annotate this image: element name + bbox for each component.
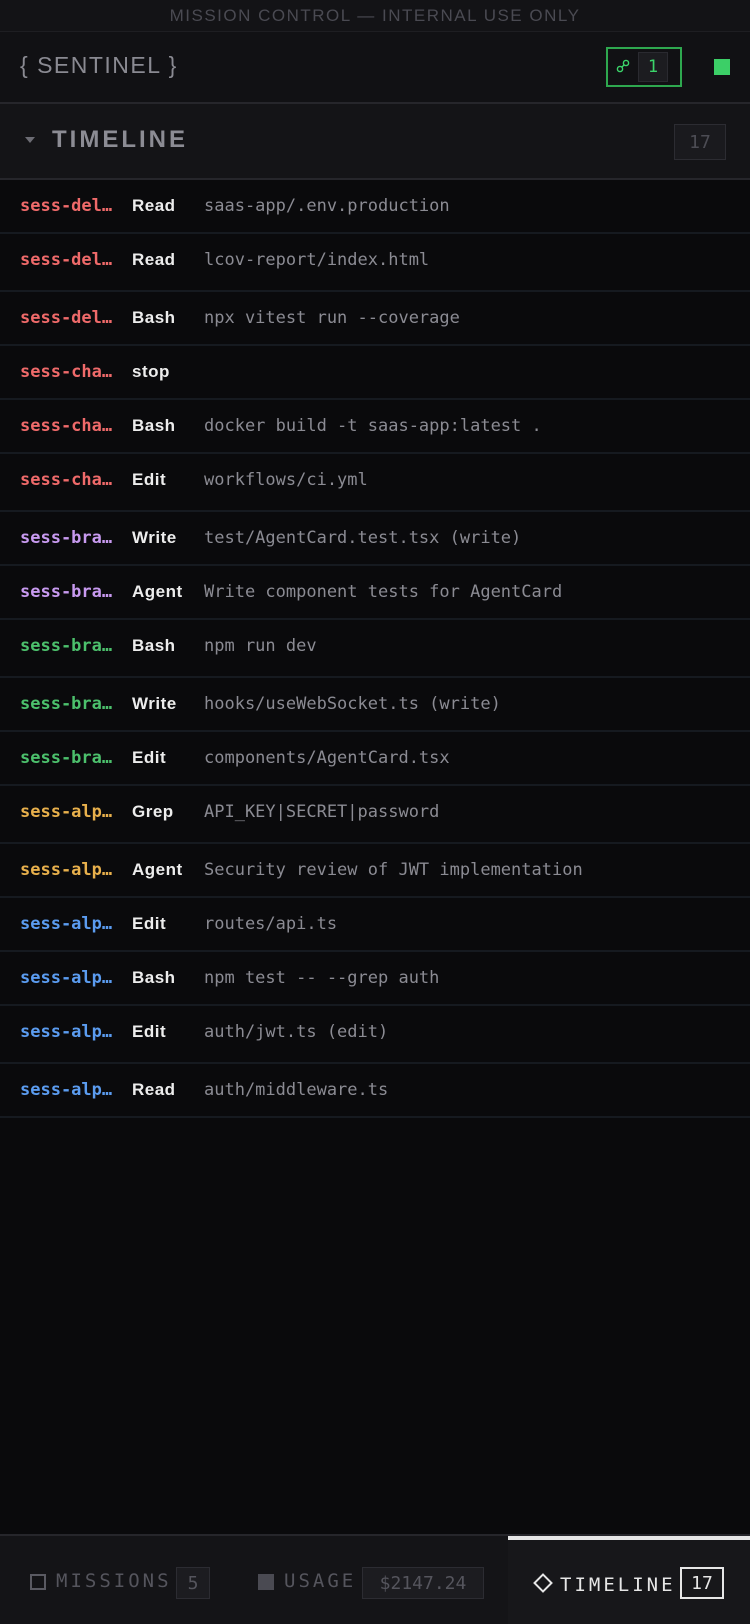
event-detail: npm run dev	[204, 636, 317, 656]
tool-name: Read	[132, 196, 176, 215]
event-detail: auth/middleware.ts	[204, 1080, 389, 1100]
tool-name: Bash	[132, 308, 176, 327]
tool-name: Edit	[132, 914, 167, 933]
tool-name: Write	[132, 694, 177, 713]
event-detail: components/AgentCard.tsx	[204, 748, 450, 768]
nav-tab-badge: 5	[176, 1567, 210, 1599]
timeline-row[interactable]: sess-bra… Edit components/AgentCard.tsx	[0, 732, 750, 786]
brand-logo-text: { SENTINEL }	[20, 52, 178, 78]
tool-name: Edit	[132, 1022, 167, 1041]
session-id: sess-del…	[20, 196, 113, 216]
event-detail: saas-app/.env.production	[204, 196, 450, 216]
connections-indicator[interactable]: 1	[606, 47, 682, 87]
banner-text: MISSION CONTROL — INTERNAL USE ONLY	[169, 5, 581, 25]
app-header: { SENTINEL } 1	[0, 32, 750, 104]
session-id: sess-alp…	[20, 1022, 113, 1042]
timeline-row[interactable]: sess-alp… Agent Security review of JWT imp…	[0, 844, 750, 898]
tool-name: Bash	[132, 968, 176, 987]
tool-name: Edit	[132, 470, 167, 489]
session-id: sess-bra…	[20, 694, 113, 714]
section-title: TIMELINE	[52, 126, 188, 153]
session-id: sess-bra…	[20, 528, 113, 548]
tool-name: Agent	[132, 582, 183, 601]
event-detail: auth/jwt.ts (edit)	[204, 1022, 389, 1042]
nav-tab-label: MISSIONS	[56, 1570, 172, 1592]
tool-name: Read	[132, 250, 176, 269]
session-id: sess-alp…	[20, 914, 113, 934]
event-detail: hooks/useWebSocket.ts (write)	[204, 694, 501, 714]
session-id: sess-cha…	[20, 416, 113, 436]
timeline-row[interactable]: sess-cha… stop	[0, 346, 750, 400]
bottom-nav: MISSIONS 5 USAGE $2147.24 TIMELINE 17	[0, 1534, 750, 1624]
timeline-section-header[interactable]: TIMELINE 17	[0, 104, 750, 180]
session-id: sess-cha…	[20, 362, 113, 382]
session-id: sess-alp…	[20, 1080, 113, 1100]
event-detail: npm test -- --grep auth	[204, 968, 440, 988]
nav-tab-usage[interactable]: USAGE $2147.24	[250, 1536, 508, 1624]
session-id: sess-alp…	[20, 860, 113, 880]
tool-name: Edit	[132, 748, 167, 767]
filled-square-icon	[258, 1574, 274, 1590]
internal-use-banner: MISSION CONTROL — INTERNAL USE ONLY	[0, 0, 750, 32]
timeline-row[interactable]: sess-bra… Agent Write component tests for …	[0, 566, 750, 620]
timeline-row[interactable]: sess-alp… Bash npm test -- --grep auth	[0, 952, 750, 1006]
session-id: sess-del…	[20, 308, 113, 328]
event-detail: npx vitest run --coverage	[204, 308, 460, 328]
timeline-row[interactable]: sess-bra… Write test/AgentCard.test.tsx (w…	[0, 512, 750, 566]
event-detail: Write component tests for AgentCard	[204, 582, 563, 602]
event-detail: workflows/ci.yml	[204, 470, 368, 490]
timeline-row[interactable]: sess-cha… Bash docker build -t saas-app:la…	[0, 400, 750, 454]
timeline-row[interactable]: sess-bra… Bash npm run dev	[0, 620, 750, 678]
timeline-row[interactable]: sess-alp… Edit routes/api.ts	[0, 898, 750, 952]
nav-tab-badge: 17	[680, 1567, 724, 1599]
session-id: sess-bra…	[20, 636, 113, 656]
tool-name: Bash	[132, 636, 176, 655]
square-icon	[30, 1574, 46, 1590]
nav-tab-badge: $2147.24	[362, 1567, 484, 1599]
status-indicator	[714, 59, 730, 75]
nav-tab-timeline[interactable]: TIMELINE 17	[508, 1536, 750, 1624]
timeline-row[interactable]: sess-bra… Write hooks/useWebSocket.ts (wri…	[0, 678, 750, 732]
timeline-row[interactable]: sess-del… Bash npx vitest run --coverage	[0, 292, 750, 346]
timeline-row[interactable]: sess-cha… Edit workflows/ci.yml	[0, 454, 750, 512]
session-id: sess-bra…	[20, 748, 113, 768]
session-id: sess-bra…	[20, 582, 113, 602]
timeline-row[interactable]: sess-alp… Grep API_KEY|SECRET|password	[0, 786, 750, 844]
collapse-caret-icon[interactable]	[25, 137, 35, 143]
nav-tab-label: TIMELINE	[560, 1574, 676, 1596]
session-id: sess-cha…	[20, 470, 113, 490]
nav-tab-label: USAGE	[284, 1570, 357, 1592]
timeline-row[interactable]: sess-del… Read saas-app/.env.production	[0, 180, 750, 234]
session-id: sess-alp…	[20, 802, 113, 822]
tool-name: Bash	[132, 416, 176, 435]
session-id: sess-alp…	[20, 968, 113, 988]
link-icon	[608, 59, 638, 76]
section-count-badge: 17	[674, 124, 726, 160]
timeline-list: sess-del… Read saas-app/.env.production ses…	[0, 180, 750, 1118]
event-detail: Security review of JWT implementation	[204, 860, 583, 880]
timeline-row[interactable]: sess-del… Read lcov-report/index.html	[0, 234, 750, 292]
event-detail: routes/api.ts	[204, 914, 338, 934]
event-detail: API_KEY|SECRET|password	[204, 802, 440, 822]
diamond-icon	[533, 1573, 553, 1593]
tool-name: Write	[132, 528, 177, 547]
tool-name: Agent	[132, 860, 183, 879]
event-detail: lcov-report/index.html	[204, 250, 430, 270]
event-detail: docker build -t saas-app:latest .	[204, 416, 542, 436]
tool-name: Read	[132, 1080, 176, 1099]
connections-count: 1	[638, 52, 668, 82]
timeline-row[interactable]: sess-alp… Read auth/middleware.ts	[0, 1064, 750, 1118]
tool-name: Grep	[132, 802, 174, 821]
tool-name: stop	[132, 362, 170, 381]
session-id: sess-del…	[20, 250, 113, 270]
timeline-row[interactable]: sess-alp… Edit auth/jwt.ts (edit)	[0, 1006, 750, 1064]
event-detail: test/AgentCard.test.tsx (write)	[204, 528, 522, 548]
nav-tab-missions[interactable]: MISSIONS 5	[0, 1536, 250, 1624]
